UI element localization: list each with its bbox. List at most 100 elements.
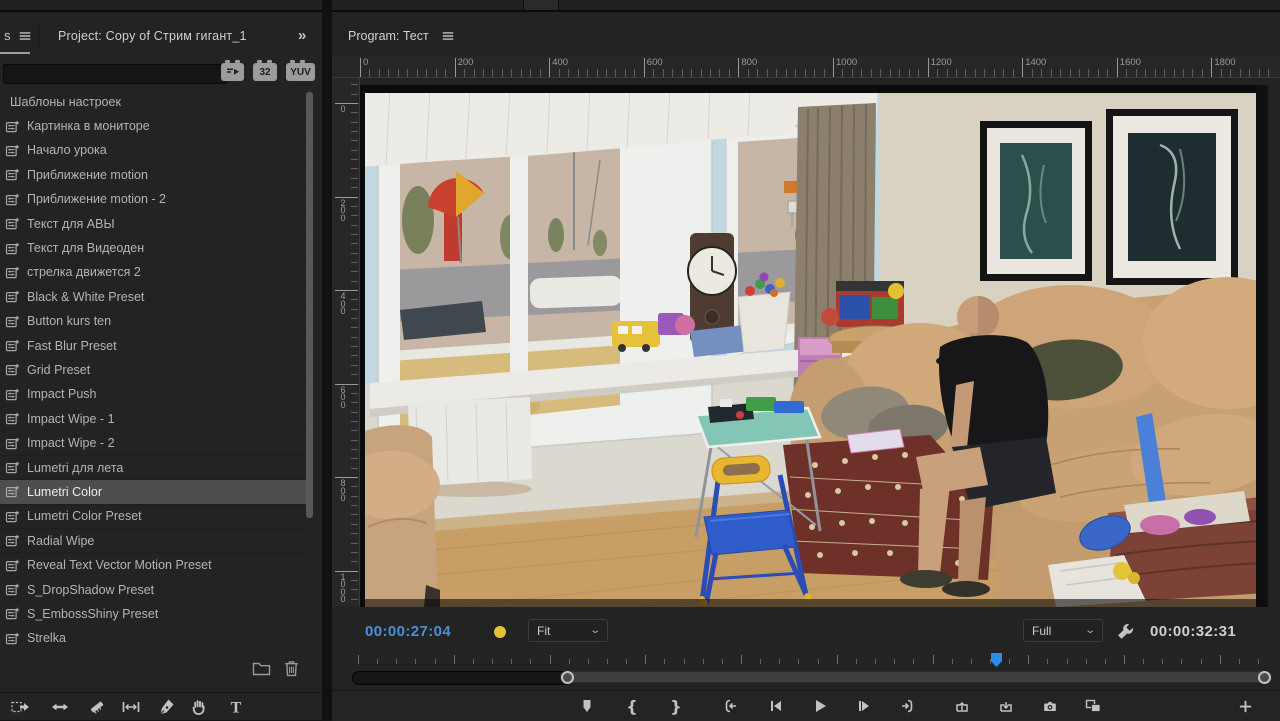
- scrub-tick: [798, 659, 800, 664]
- list-item[interactable]: S_DropShadow Preset: [0, 578, 306, 603]
- export-frame-button[interactable]: [1038, 694, 1062, 718]
- zoom-handle-right[interactable]: [1258, 671, 1271, 684]
- ruler-tick: [710, 69, 712, 77]
- 32bpc-badge[interactable]: 32: [253, 60, 277, 81]
- list-item[interactable]: Шаблоны настроек: [0, 90, 306, 115]
- list-item[interactable]: Текст для Видеоден: [0, 236, 306, 261]
- playback-resolution-dropdown[interactable]: Full ⌄: [1023, 619, 1103, 642]
- ruler-tick: [615, 69, 617, 77]
- list-item[interactable]: Fast Blur Preset: [0, 334, 306, 359]
- go-to-out-button[interactable]: [896, 694, 920, 718]
- scrub-tick: [1238, 659, 1240, 664]
- type-tool[interactable]: T: [223, 696, 249, 718]
- list-item[interactable]: Black & White Preset: [0, 285, 306, 310]
- vertical-scrollbar[interactable]: [306, 92, 313, 518]
- list-item[interactable]: Текст для АВЫ: [0, 212, 306, 237]
- button-editor-plus[interactable]: [1233, 694, 1257, 718]
- program-tab-title: Program: Тест: [348, 29, 429, 43]
- ruler-tick: [776, 69, 778, 77]
- panel-divider[interactable]: [322, 0, 332, 720]
- ruler-tick: [984, 69, 986, 77]
- tab-divider: [38, 24, 39, 48]
- zoom-scrollbar[interactable]: [352, 670, 1272, 686]
- list-item[interactable]: Button kurs ten: [0, 310, 306, 334]
- project-tab-title[interactable]: Project: Copy of Стрим гигант_1: [58, 29, 247, 43]
- play-button[interactable]: [808, 694, 832, 718]
- mark-in-button[interactable]: {: [620, 694, 644, 718]
- go-to-in-button[interactable]: [718, 694, 742, 718]
- ruler-tick: [899, 69, 901, 77]
- list-item[interactable]: Strelka: [0, 627, 306, 651]
- list-item[interactable]: S_EmbossShiny Preset: [0, 602, 306, 627]
- ruler-tick: [335, 290, 358, 291]
- add-marker-button[interactable]: [575, 694, 599, 718]
- ruler-tick: [1249, 69, 1251, 77]
- preset-icon: [5, 510, 20, 523]
- list-item[interactable]: Lumetri Color: [0, 480, 306, 505]
- ruler-tick: [351, 533, 358, 535]
- ruler-tick: [426, 69, 428, 77]
- list-item[interactable]: Radial Wipe: [0, 529, 306, 554]
- scrub-tick: [1124, 655, 1125, 664]
- list-item[interactable]: Impact Wipe - 2: [0, 431, 306, 456]
- zoom-scrollbar-thumb[interactable]: [559, 671, 1272, 683]
- razor-tool[interactable]: [84, 696, 110, 718]
- panel-menu-icon[interactable]: [18, 29, 32, 43]
- settings-wrench-icon[interactable]: [1113, 620, 1137, 642]
- step-forward-button[interactable]: [852, 694, 876, 718]
- program-tab[interactable]: Program: Тест: [348, 29, 455, 43]
- ruler-tick: [351, 523, 358, 525]
- list-item[interactable]: Impact Wipe - 1: [0, 407, 306, 432]
- ruler-tick: [1230, 69, 1232, 77]
- hand-tool[interactable]: [186, 696, 212, 718]
- preview-badge-icon[interactable]: [221, 60, 244, 81]
- list-item-label: Impact Push: [27, 387, 97, 402]
- extract-button[interactable]: [994, 694, 1018, 718]
- list-item[interactable]: Grid Preset: [0, 358, 306, 383]
- list-item[interactable]: Lumetri для лета: [0, 456, 306, 481]
- current-timecode[interactable]: 00:00:27:04: [365, 623, 451, 640]
- zoom-handle-left[interactable]: [560, 671, 574, 684]
- list-item[interactable]: стрелка движется 2: [0, 261, 306, 286]
- ruler-tick: [766, 69, 768, 77]
- program-monitor-panel: Program: Тест 0 200 400 600 800 1000 1200 1400 1…: [332, 12, 1280, 721]
- panel-menu-icon[interactable]: [441, 29, 455, 43]
- ruler-tick: [719, 69, 721, 77]
- ruler-tick: [351, 112, 358, 114]
- pen-tool[interactable]: [153, 696, 179, 718]
- new-bin-button[interactable]: [250, 658, 272, 678]
- list-item[interactable]: Lumetri Color Preset: [0, 505, 306, 530]
- ruler-tick: [351, 318, 358, 319]
- transport-controls: { }: [332, 690, 1280, 721]
- preset-icon: [5, 461, 20, 474]
- mark-out-button[interactable]: }: [664, 694, 688, 718]
- comparison-view-button[interactable]: [1081, 694, 1105, 718]
- scrub-tick: [741, 655, 742, 664]
- delete-button[interactable]: [280, 658, 302, 678]
- zoom-level-dropdown[interactable]: Fit ⌄: [528, 619, 608, 642]
- ruler-tick: [1183, 69, 1185, 77]
- list-item[interactable]: Начало урока: [0, 139, 306, 164]
- zoom-scrollbar-track[interactable]: [352, 671, 572, 685]
- step-back-button[interactable]: [764, 694, 788, 718]
- list-item[interactable]: Impact Push: [0, 383, 306, 408]
- video-frame: [340, 85, 1280, 608]
- dropped-frame-indicator[interactable]: [494, 626, 506, 638]
- list-item[interactable]: Reveal Text Vector Motion Preset: [0, 553, 306, 578]
- program-monitor-video[interactable]: [340, 85, 1280, 608]
- lift-button[interactable]: [950, 694, 974, 718]
- track-select-forward-tool[interactable]: [7, 696, 33, 718]
- ruler-tick: [1211, 58, 1213, 77]
- ripple-edit-tool[interactable]: [47, 696, 73, 718]
- list-item[interactable]: Картинка в мониторе: [0, 114, 306, 139]
- slip-tool[interactable]: [118, 696, 144, 718]
- yuv-badge[interactable]: YUV: [286, 60, 315, 81]
- list-item[interactable]: Приближение motion: [0, 163, 306, 188]
- playhead[interactable]: [991, 653, 1002, 667]
- list-item[interactable]: Приближение motion - 2: [0, 188, 306, 212]
- search-input[interactable]: [3, 64, 227, 84]
- tab-overflow-chevron[interactable]: »: [298, 27, 306, 44]
- scrub-bar[interactable]: [352, 652, 1272, 668]
- ruler-tick: [539, 69, 541, 77]
- partial-tab[interactable]: s: [4, 28, 32, 43]
